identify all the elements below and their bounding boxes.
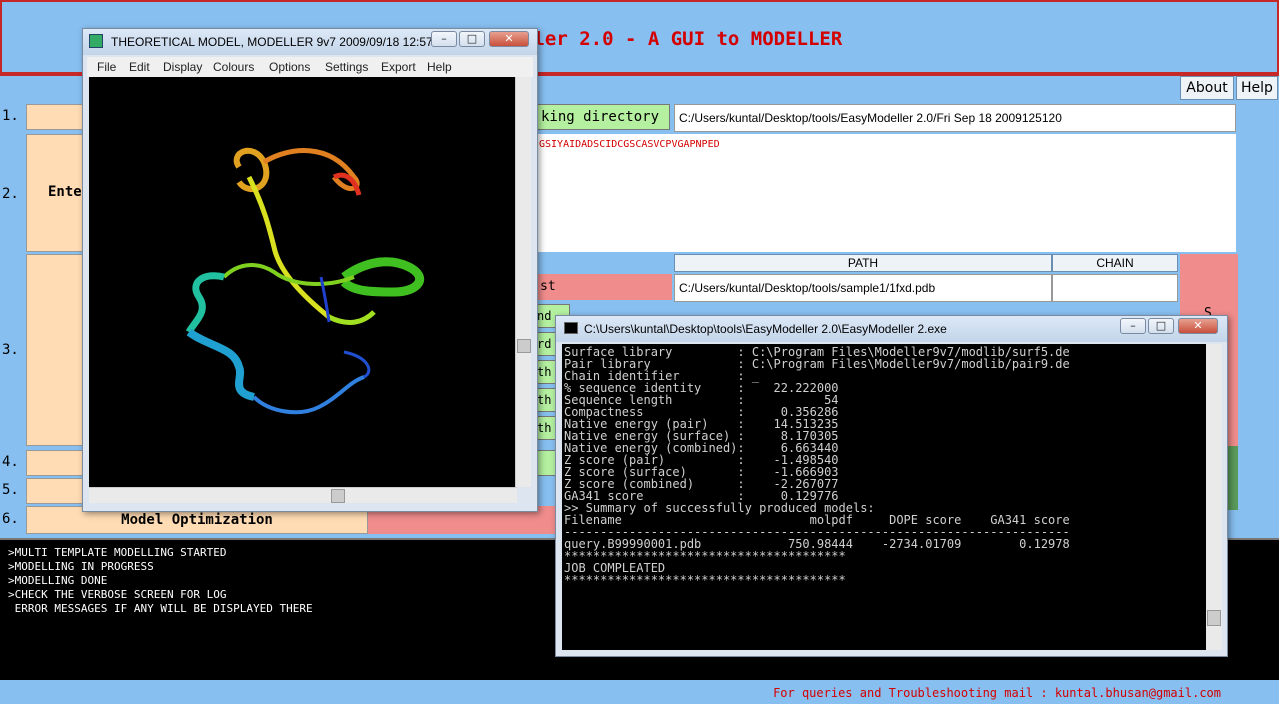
molecule-viewer-window[interactable]: THEORETICAL MODEL, MODELLER 9v7 2009/09/… <box>82 28 538 512</box>
log-line: >CHECK THE VERBOSE SCREEN FOR LOG <box>8 588 227 601</box>
log-line: >MODELLING DONE <box>8 574 108 587</box>
working-directory-button[interactable]: king directory <box>536 104 670 130</box>
menu-display[interactable]: Display <box>163 60 202 74</box>
step-number-4: 4. <box>2 454 19 470</box>
footer-contact: For queries and Troubleshooting mail : k… <box>773 686 1221 700</box>
menu-export[interactable]: Export <box>381 60 416 74</box>
step-number-1: 1. <box>2 108 19 124</box>
template-1-path[interactable]: C:/Users/kuntal/Desktop/tools/sample1/1f… <box>674 274 1052 302</box>
console-app-icon <box>564 322 578 334</box>
chain-column-header: CHAIN <box>1052 254 1178 272</box>
easymodeller-app: ller 2.0 - A GUI to MODELLER About Help … <box>0 0 1279 704</box>
maximize-icon[interactable]: □ <box>459 31 485 47</box>
working-directory-path[interactable]: C:/Users/kuntal/Desktop/tools/EasyModell… <box>674 104 1236 132</box>
log-line: >MODELLING IN PROGRESS <box>8 560 154 573</box>
menu-options[interactable]: Options <box>269 60 310 74</box>
viewer-vertical-scrollbar[interactable] <box>515 77 531 487</box>
help-button[interactable]: Help <box>1236 76 1278 100</box>
step-number-3: 3. <box>2 342 19 358</box>
viewer-vscroll-thumb[interactable] <box>517 339 531 353</box>
minimize-icon[interactable]: – <box>431 31 457 47</box>
template-1-chain[interactable] <box>1052 274 1178 302</box>
console-minimize-icon[interactable]: – <box>1120 318 1146 334</box>
console-lines: Surface library : C:\Program Files\Model… <box>564 346 1070 586</box>
console-vertical-scrollbar[interactable] <box>1206 344 1222 650</box>
about-button[interactable]: About <box>1180 76 1234 100</box>
step-number-6: 6. <box>2 511 19 527</box>
viewer-horizontal-scrollbar[interactable] <box>89 487 517 503</box>
menu-edit[interactable]: Edit <box>129 60 150 74</box>
viewer-menubar: File Edit Display Colours Options Settin… <box>87 57 533 77</box>
console-output[interactable]: Surface library : C:\Program Files\Model… <box>562 344 1212 650</box>
console-titlebar[interactable]: C:\Users\kuntal\Desktop\tools\EasyModell… <box>556 316 1227 342</box>
console-title: C:\Users\kuntal\Desktop\tools\EasyModell… <box>584 322 947 336</box>
log-line: >MULTI TEMPLATE MODELLING STARTED <box>8 546 227 559</box>
menu-help[interactable]: Help <box>427 60 452 74</box>
molecule-canvas[interactable] <box>89 77 527 487</box>
menu-file[interactable]: File <box>97 60 116 74</box>
step-number-2: 2. <box>2 186 19 202</box>
log-lines: >MULTI TEMPLATE MODELLING STARTED >MODEL… <box>8 546 313 616</box>
sequence-text: GSIYAIDADSCIDCGSCASVCPVGAPNPED <box>539 139 720 150</box>
menu-settings[interactable]: Settings <box>325 60 368 74</box>
protein-ribbon-image <box>185 147 425 415</box>
console-vscroll-thumb[interactable] <box>1207 610 1221 626</box>
enter-sequence-label: Ente <box>48 184 82 200</box>
step-number-5: 5. <box>2 482 19 498</box>
viewer-hscroll-thumb[interactable] <box>331 489 345 503</box>
close-icon[interactable]: ✕ <box>489 31 529 47</box>
console-line: *************************************** <box>564 573 846 587</box>
step4-5-side-bar <box>1228 446 1238 510</box>
sequence-textarea[interactable]: GSIYAIDADSCIDCGSCASVCPVGAPNPED <box>536 134 1236 252</box>
path-column-header: PATH <box>674 254 1052 272</box>
viewer-title: THEORETICAL MODEL, MODELLER 9v7 2009/09/… <box>111 35 450 49</box>
log-line: ERROR MESSAGES IF ANY WILL BE DISPLAYED … <box>8 602 313 615</box>
viewer-app-icon <box>89 34 103 48</box>
console-window[interactable]: C:\Users\kuntal\Desktop\tools\EasyModell… <box>555 315 1228 657</box>
template-1-button[interactable]: st <box>536 274 672 300</box>
viewer-titlebar[interactable]: THEORETICAL MODEL, MODELLER 9v7 2009/09/… <box>83 29 537 55</box>
menu-colours[interactable]: Colours <box>213 60 254 74</box>
footer-bar: For queries and Troubleshooting mail : k… <box>0 682 1279 704</box>
step4-button[interactable] <box>536 450 556 476</box>
app-title: ller 2.0 - A GUI to MODELLER <box>522 28 843 50</box>
console-maximize-icon[interactable]: □ <box>1148 318 1174 334</box>
console-close-icon[interactable]: ✕ <box>1178 318 1218 334</box>
